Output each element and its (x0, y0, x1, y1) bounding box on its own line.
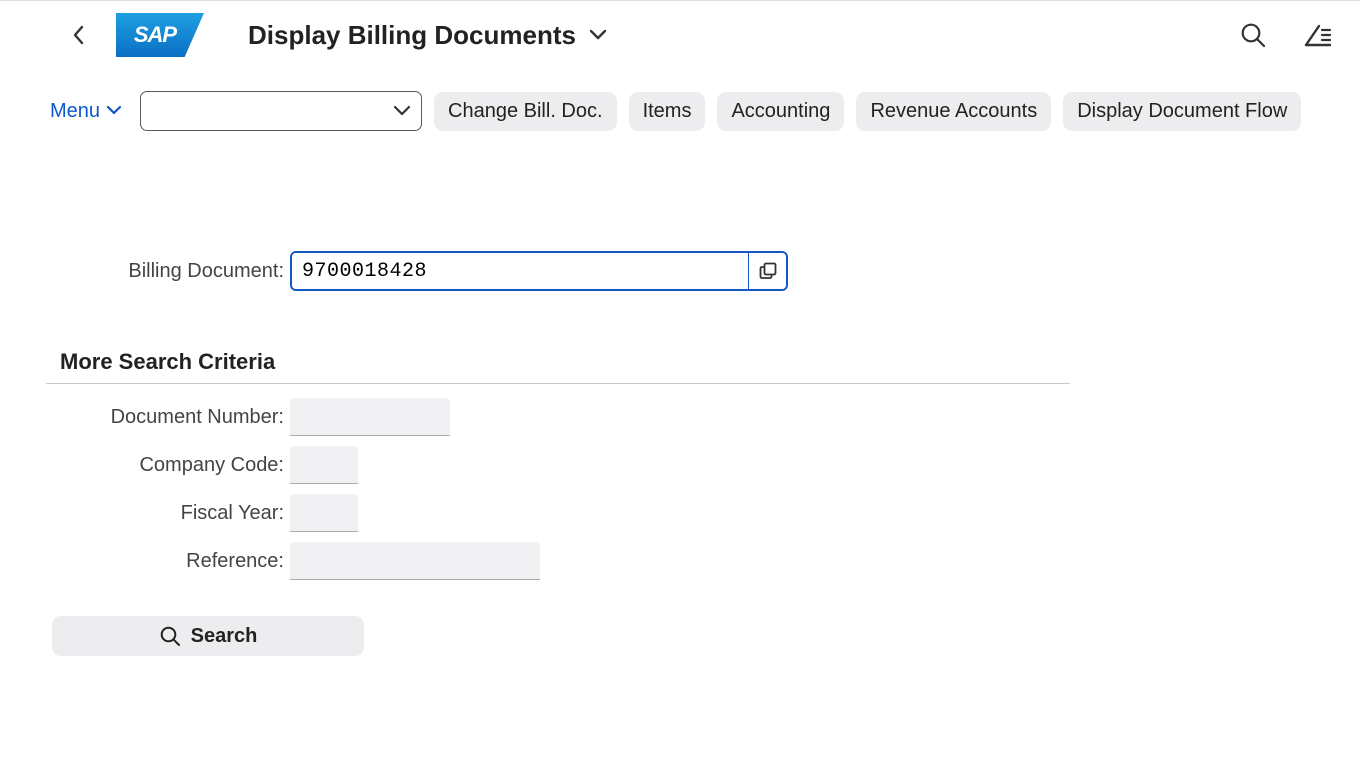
app-header: SAP Display Billing Documents (0, 1, 1360, 69)
form-area: Billing Document: More Search Criteria D… (0, 131, 1360, 656)
chevron-down-icon (106, 105, 122, 117)
page-title-dropdown[interactable]: Display Billing Documents (248, 20, 608, 51)
fiscal-year-label: Fiscal Year: (0, 502, 290, 525)
document-number-label: Document Number: (0, 406, 290, 429)
reference-label: Reference: (0, 550, 290, 573)
menu-label: Menu (50, 100, 100, 123)
fiscal-year-input[interactable] (290, 494, 358, 532)
document-number-input[interactable] (290, 398, 450, 436)
toolbar: Menu Change Bill. Doc. Items Accounting … (0, 69, 1360, 131)
command-dropdown[interactable] (140, 91, 422, 131)
search-icon (1240, 22, 1266, 48)
change-bill-doc-button[interactable]: Change Bill. Doc. (434, 92, 617, 131)
reference-input[interactable] (290, 542, 540, 580)
chevron-left-icon (71, 25, 87, 45)
search-icon (159, 625, 181, 647)
value-help-button[interactable] (748, 253, 786, 289)
company-code-input[interactable] (290, 446, 358, 484)
menu-button[interactable]: Menu (44, 94, 128, 129)
sap-logo: SAP (116, 13, 204, 57)
search-label: Search (191, 625, 258, 648)
back-button[interactable] (60, 16, 98, 54)
chevron-down-icon (393, 105, 411, 117)
section-divider (46, 383, 1070, 384)
chevron-down-icon (588, 28, 608, 42)
page-title: Display Billing Documents (248, 20, 576, 51)
exit-icon (1304, 22, 1332, 48)
exit-button[interactable] (1304, 22, 1332, 48)
items-button[interactable]: Items (629, 92, 706, 131)
billing-document-label: Billing Document: (0, 260, 290, 283)
global-search-button[interactable] (1240, 22, 1266, 48)
accounting-button[interactable]: Accounting (717, 92, 844, 131)
revenue-accounts-button[interactable]: Revenue Accounts (856, 92, 1051, 131)
search-button[interactable]: Search (52, 616, 364, 656)
billing-document-input-wrap (290, 251, 788, 291)
value-help-icon (758, 261, 778, 281)
billing-document-input[interactable] (292, 253, 748, 289)
company-code-label: Company Code: (0, 454, 290, 477)
more-search-criteria-title: More Search Criteria (60, 349, 1360, 375)
display-document-flow-button[interactable]: Display Document Flow (1063, 92, 1301, 131)
